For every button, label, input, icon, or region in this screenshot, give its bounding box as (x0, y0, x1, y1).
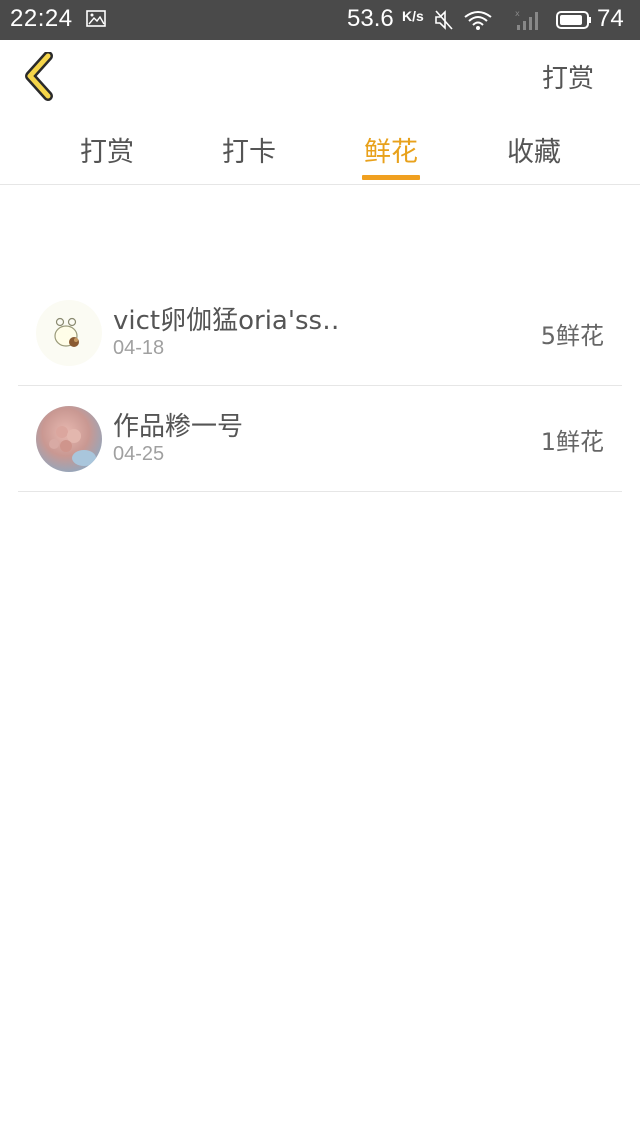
avatar (36, 406, 102, 472)
reward-button[interactable]: 打赏 (542, 58, 594, 95)
battery-level: 74 (597, 5, 624, 32)
flower-list: vict卵伽猛oria'ss‥ 04-18 5鲜花 作品糁一号 04-25 1鲜… (18, 280, 622, 492)
mute-icon (435, 10, 453, 30)
flower-count: 5鲜花 (540, 322, 604, 350)
list-item[interactable]: 作品糁一号 04-25 1鲜花 (18, 386, 622, 492)
tab-favorites[interactable]: 收藏 (474, 130, 594, 169)
sender-name: 作品糁一号 (113, 412, 244, 442)
status-time: 22:24 (10, 5, 73, 32)
chevron-left-icon (25, 51, 53, 101)
status-bar: 22:24 53.6 K/s x 74 (0, 0, 640, 40)
network-speed-unit: K/s (402, 8, 424, 24)
battery-icon (556, 11, 591, 29)
sender-name: vict卵伽猛oria'ss‥ (113, 306, 340, 336)
sent-date: 04-25 (113, 443, 165, 465)
flower-count: 1鲜花 (540, 428, 604, 456)
network-speed: 53.6 (347, 5, 394, 32)
list-item[interactable]: vict卵伽猛oria'ss‥ 04-18 5鲜花 (18, 280, 622, 386)
sent-date: 04-18 (113, 337, 165, 359)
tab-flowers[interactable]: 鲜花 (331, 130, 451, 169)
signal-icon: x (515, 9, 538, 30)
tab-bar: 打赏 打卡 鲜花 收藏 (0, 112, 640, 185)
wifi-icon (464, 11, 492, 30)
header: 打赏 (0, 40, 640, 112)
active-tab-indicator (362, 175, 420, 180)
avatar (36, 300, 102, 366)
tab-reward[interactable]: 打赏 (47, 130, 167, 169)
tab-checkin[interactable]: 打卡 (189, 130, 309, 169)
gallery-icon (86, 10, 106, 27)
back-button[interactable] (18, 51, 66, 102)
svg-text:x: x (515, 9, 520, 18)
